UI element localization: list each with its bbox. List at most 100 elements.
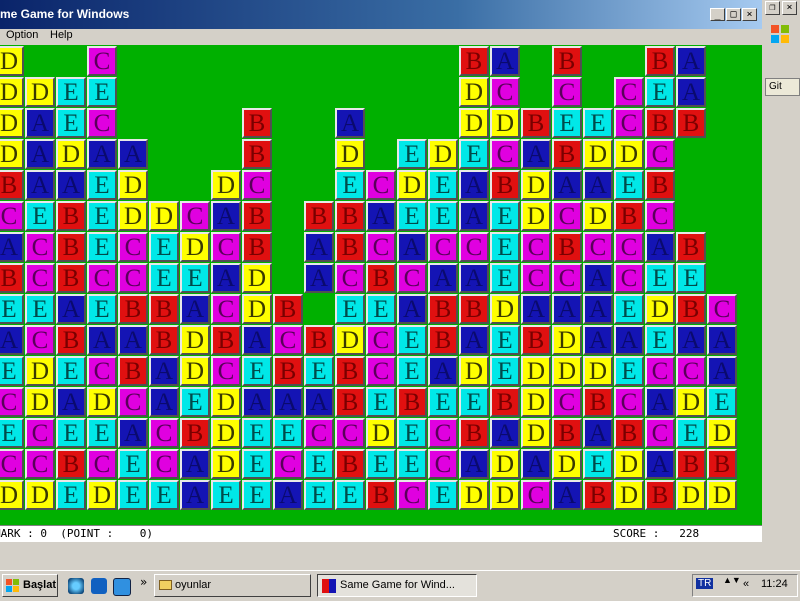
tile-B[interactable]: B: [490, 387, 520, 417]
tile-A[interactable]: A: [583, 294, 613, 324]
tile-B[interactable]: B: [149, 294, 179, 324]
tile-D[interactable]: D: [676, 480, 706, 510]
tile-C[interactable]: C: [149, 418, 179, 448]
tile-B[interactable]: B: [149, 325, 179, 355]
tile-A[interactable]: A: [304, 387, 334, 417]
tile-D[interactable]: D: [521, 418, 551, 448]
minimize-button[interactable]: _: [710, 8, 725, 21]
tile-E[interactable]: E: [335, 294, 365, 324]
tile-E[interactable]: E: [645, 325, 675, 355]
tile-D[interactable]: D: [459, 77, 489, 107]
tile-C[interactable]: C: [521, 480, 551, 510]
tile-C[interactable]: C: [304, 418, 334, 448]
tile-C[interactable]: C: [87, 108, 117, 138]
tile-B[interactable]: B: [552, 232, 582, 262]
tile-E[interactable]: E: [490, 263, 520, 293]
tile-B[interactable]: B: [242, 139, 272, 169]
tile-E[interactable]: E: [428, 387, 458, 417]
tile-B[interactable]: B: [707, 449, 737, 479]
tile-C[interactable]: C: [211, 356, 241, 386]
tile-A[interactable]: A: [242, 325, 272, 355]
tile-D[interactable]: D: [25, 480, 55, 510]
tile-D[interactable]: D: [335, 325, 365, 355]
tile-D[interactable]: D: [707, 480, 737, 510]
tile-C[interactable]: C: [614, 77, 644, 107]
tile-D[interactable]: D: [366, 418, 396, 448]
tile-C[interactable]: C: [211, 232, 241, 262]
tile-B[interactable]: B: [459, 294, 489, 324]
taskbar-folder-button[interactable]: oyunlar: [154, 574, 311, 597]
tile-B[interactable]: B: [335, 356, 365, 386]
tile-B[interactable]: B: [552, 46, 582, 76]
tile-C[interactable]: C: [0, 201, 24, 231]
tile-E[interactable]: E: [304, 449, 334, 479]
tile-D[interactable]: D: [180, 325, 210, 355]
tile-A[interactable]: A: [56, 387, 86, 417]
tile-E[interactable]: E: [87, 232, 117, 262]
tile-C[interactable]: C: [645, 356, 675, 386]
tile-E[interactable]: E: [366, 294, 396, 324]
tile-C[interactable]: C: [335, 263, 365, 293]
tile-E[interactable]: E: [459, 139, 489, 169]
tile-E[interactable]: E: [676, 418, 706, 448]
tile-E[interactable]: E: [118, 449, 148, 479]
game-board[interactable]: DCBABBADDEEDCCCEADAECBADDBEECBBDADAABDED…: [0, 45, 762, 525]
tile-A[interactable]: A: [56, 294, 86, 324]
tile-E[interactable]: E: [397, 356, 427, 386]
tile-C[interactable]: C: [25, 325, 55, 355]
start-button[interactable]: Başlat: [2, 574, 58, 597]
tile-C[interactable]: C: [118, 232, 148, 262]
tile-C[interactable]: C: [335, 418, 365, 448]
tile-B[interactable]: B: [242, 108, 272, 138]
tile-C[interactable]: C: [397, 480, 427, 510]
tile-D[interactable]: D: [490, 108, 520, 138]
tile-C[interactable]: C: [459, 232, 489, 262]
tile-B[interactable]: B: [335, 201, 365, 231]
tile-D[interactable]: D: [25, 356, 55, 386]
tile-B[interactable]: B: [304, 325, 334, 355]
tile-D[interactable]: D: [490, 294, 520, 324]
tile-A[interactable]: A: [428, 263, 458, 293]
tile-B[interactable]: B: [645, 108, 675, 138]
tile-C[interactable]: C: [25, 418, 55, 448]
tile-D[interactable]: D: [521, 201, 551, 231]
tile-B[interactable]: B: [676, 449, 706, 479]
tile-C[interactable]: C: [614, 387, 644, 417]
tile-C[interactable]: C: [87, 263, 117, 293]
tile-A[interactable]: A: [211, 263, 241, 293]
tile-E[interactable]: E: [242, 418, 272, 448]
tile-C[interactable]: C: [428, 449, 458, 479]
tile-D[interactable]: D: [552, 356, 582, 386]
internet-explorer-icon[interactable]: [68, 578, 84, 594]
tile-E[interactable]: E: [552, 108, 582, 138]
tile-A[interactable]: A: [335, 108, 365, 138]
tile-A[interactable]: A: [304, 232, 334, 262]
tile-B[interactable]: B: [56, 449, 86, 479]
tray-expand-icon[interactable]: «: [743, 578, 749, 590]
tile-C[interactable]: C: [366, 325, 396, 355]
tile-C[interactable]: C: [25, 263, 55, 293]
tile-B[interactable]: B: [645, 480, 675, 510]
tile-E[interactable]: E: [397, 418, 427, 448]
tile-A[interactable]: A: [707, 325, 737, 355]
tile-B[interactable]: B: [459, 46, 489, 76]
tile-D[interactable]: D: [490, 480, 520, 510]
tile-A[interactable]: A: [645, 449, 675, 479]
tile-D[interactable]: D: [614, 449, 644, 479]
tile-E[interactable]: E: [304, 480, 334, 510]
tile-D[interactable]: D: [0, 480, 24, 510]
tile-D[interactable]: D: [676, 387, 706, 417]
tile-D[interactable]: D: [0, 139, 24, 169]
tile-E[interactable]: E: [180, 387, 210, 417]
close-button[interactable]: ×: [742, 8, 757, 21]
tile-A[interactable]: A: [25, 139, 55, 169]
tile-C[interactable]: C: [428, 232, 458, 262]
tile-A[interactable]: A: [180, 294, 210, 324]
tile-C[interactable]: C: [87, 46, 117, 76]
tile-B[interactable]: B: [273, 294, 303, 324]
tile-B[interactable]: B: [118, 356, 148, 386]
tile-C[interactable]: C: [273, 325, 303, 355]
tile-D[interactable]: D: [521, 170, 551, 200]
tile-E[interactable]: E: [0, 294, 24, 324]
tile-E[interactable]: E: [428, 201, 458, 231]
